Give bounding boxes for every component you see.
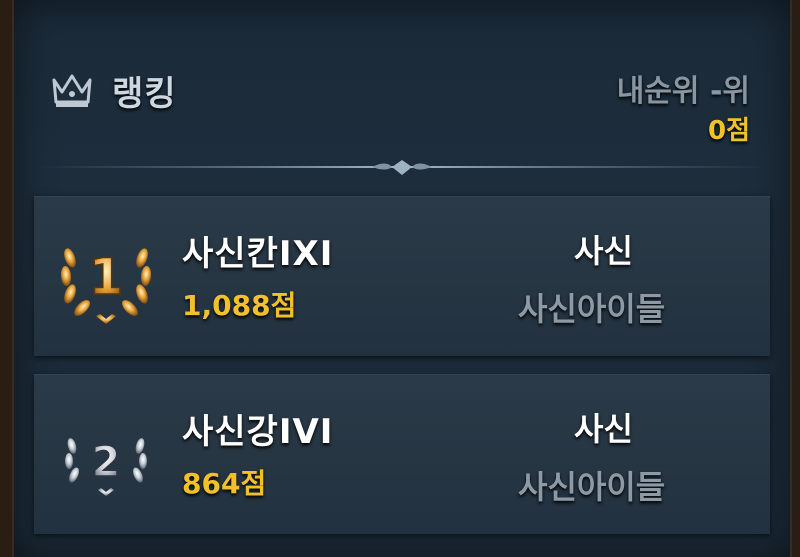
my-rank-label: 내순위 -위 bbox=[616, 74, 750, 109]
crown-icon bbox=[52, 74, 92, 107]
player-class: 사신 bbox=[574, 232, 633, 270]
gold-laurel-rank-badge-icon: 1 bbox=[60, 247, 152, 324]
rank-number: 1 bbox=[89, 248, 124, 306]
rank-number: 2 bbox=[91, 437, 120, 486]
player-guild: 사신아이들 bbox=[518, 290, 666, 328]
ranking-row-1[interactable]: 1 사신칸IXI 1,088점 사신 사신아이들 bbox=[34, 196, 770, 356]
player-score: 1,088점 bbox=[182, 289, 297, 322]
player-guild: 사신아이들 bbox=[518, 468, 666, 506]
silver-laurel-rank-badge-icon: 2 bbox=[65, 436, 147, 496]
ornament-divider bbox=[36, 160, 768, 175]
my-score-label: 0점 bbox=[707, 116, 750, 146]
page-title: 랭킹 bbox=[112, 74, 177, 114]
player-name: 사신칸IXI bbox=[182, 234, 334, 274]
player-class: 사신 bbox=[574, 410, 633, 448]
ranking-panel: 랭킹 내순위 -위 0점 1 사신칸IXI 1,088점 사신 사신아이들 2 … bbox=[12, 0, 792, 557]
player-score: 864점 bbox=[182, 467, 267, 500]
ranking-row-2[interactable]: 2 사신강IVI 864점 사신 사신아이들 bbox=[34, 374, 770, 534]
player-name: 사신강IVI bbox=[182, 412, 334, 452]
ranking-header: 랭킹 내순위 -위 0점 bbox=[14, 0, 790, 150]
